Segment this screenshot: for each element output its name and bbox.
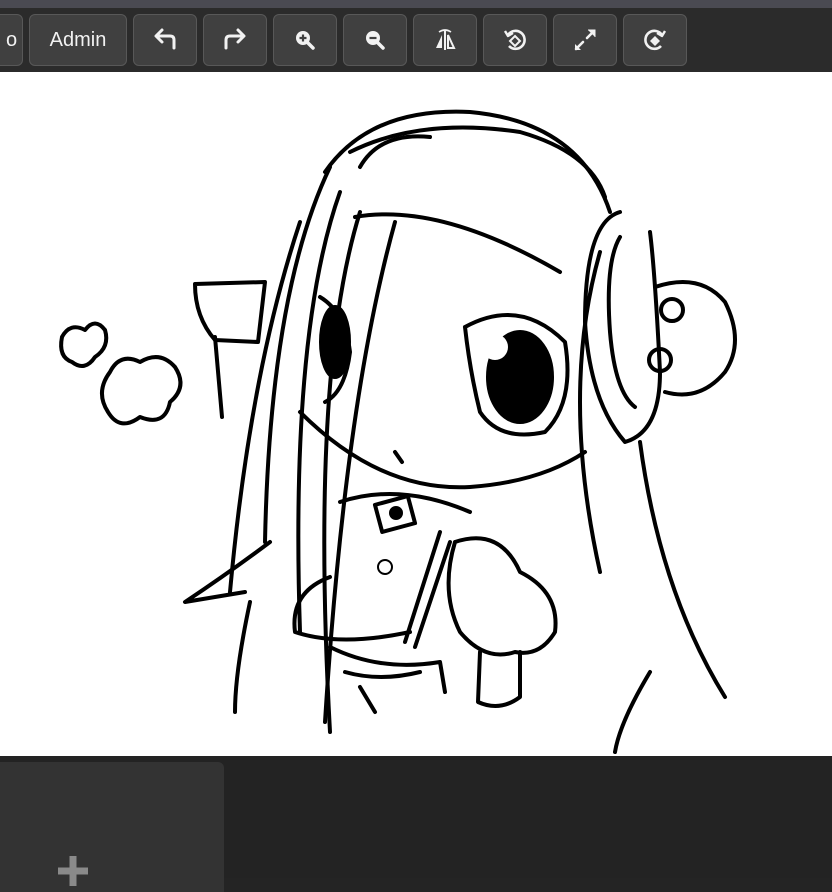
redo-arrow-icon (224, 28, 246, 50)
zoom-in-icon (296, 31, 315, 50)
add-layer-card[interactable] (0, 762, 224, 892)
toolbar: o Admin (0, 8, 832, 72)
plus-icon (58, 856, 88, 886)
rotate-left-icon (503, 29, 526, 51)
redo-button[interactable] (203, 14, 267, 66)
rotate-right-icon (644, 29, 667, 51)
admin-button[interactable]: Admin (29, 14, 127, 66)
admin-button-label: Admin (49, 28, 107, 51)
rotate-left-button[interactable] (483, 14, 547, 66)
undo-button[interactable] (133, 14, 197, 66)
zoom-out-button[interactable] (343, 14, 407, 66)
flip-button[interactable] (413, 14, 477, 66)
sketch-artwork (59, 109, 737, 754)
partial-toolbar-button[interactable]: o (0, 14, 23, 66)
window-top-strip (0, 0, 832, 8)
partial-button-label: o (5, 28, 18, 51)
rotate-right-button[interactable] (623, 14, 687, 66)
zoom-in-button[interactable] (273, 14, 337, 66)
zoom-out-icon (366, 31, 385, 50)
drawing-canvas[interactable] (0, 72, 832, 756)
flip-horizontal-icon (436, 29, 456, 50)
undo-arrow-icon (154, 28, 176, 50)
expand-icon (574, 29, 596, 51)
layers-panel (0, 756, 832, 892)
fit-screen-button[interactable] (553, 14, 617, 66)
